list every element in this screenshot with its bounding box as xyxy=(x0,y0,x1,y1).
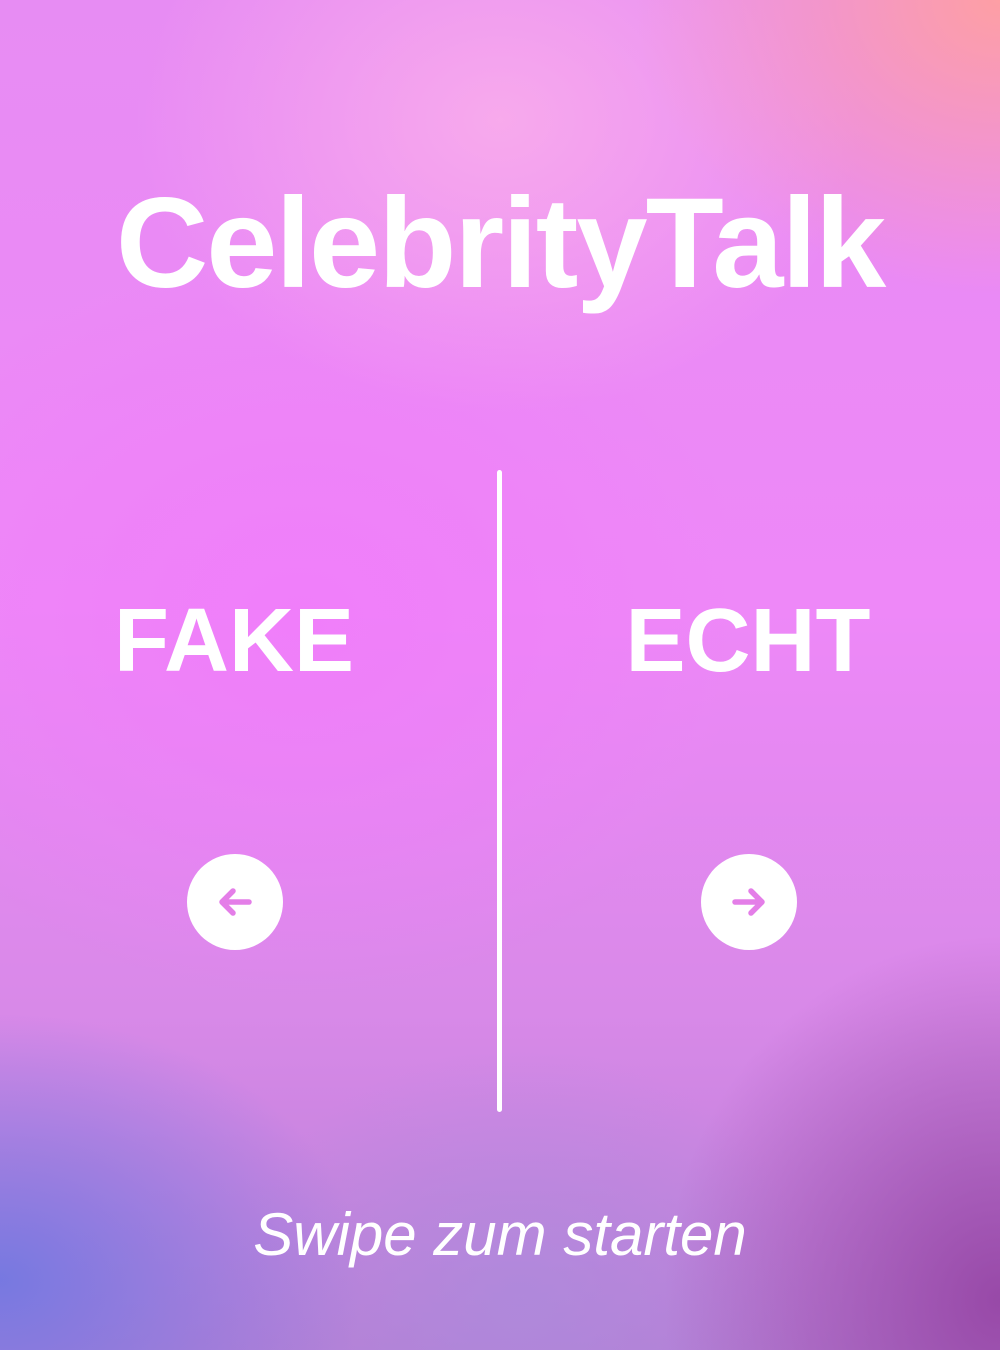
arrow-left-icon xyxy=(219,888,252,916)
center-divider xyxy=(497,470,502,1112)
fake-label: FAKE xyxy=(113,591,355,691)
arrow-right-icon xyxy=(732,888,765,916)
app-title: CelebrityTalk xyxy=(115,172,886,315)
echt-label: ECHT xyxy=(625,591,871,691)
swipe-left-button[interactable] xyxy=(187,854,283,950)
swipe-hint: Swipe zum starten xyxy=(253,1201,747,1268)
swipe-right-button[interactable] xyxy=(701,854,797,950)
